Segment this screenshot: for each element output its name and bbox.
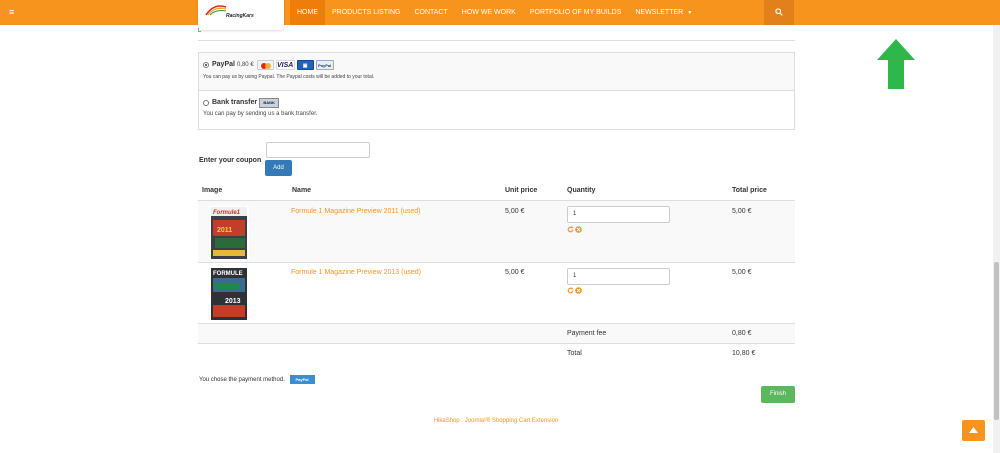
column-header-total-price: Total price	[732, 187, 767, 194]
column-header-quantity: Quantity	[567, 187, 596, 194]
refresh-icon[interactable]	[567, 226, 574, 233]
divider-mark	[198, 28, 201, 32]
coupon-label: Enter your coupon	[199, 157, 262, 164]
row-total: 5,00 €	[732, 208, 752, 215]
nav-item-home[interactable]: HOME	[290, 0, 325, 25]
quantity-input[interactable]: 1	[567, 268, 670, 285]
remove-icon[interactable]	[575, 226, 582, 233]
column-header-name: Name	[292, 187, 312, 194]
visa-icon: VISA	[275, 59, 295, 70]
product-name-link[interactable]: Formule 1 Magazine Preview 2013 (used)	[291, 269, 421, 276]
total-value: 10,80 €	[732, 350, 756, 357]
table-row-total	[198, 344, 795, 364]
table-row-payment-fee	[198, 324, 795, 344]
quantity-actions	[567, 287, 582, 294]
payment-methods: PayPal 0,80 € VISA ▣ PayPal You can pay …	[198, 52, 795, 130]
site-logo[interactable]: RacingKars	[198, 0, 284, 30]
row-total: 5,00 €	[732, 269, 752, 276]
logo-swoosh-icon	[205, 5, 227, 16]
nav-item-how-we-work[interactable]: HOW WE WORK	[455, 0, 523, 25]
nav-item-newsletter[interactable]: NEWSLETTER ▼	[628, 0, 699, 25]
product-image[interactable]: Formule1 2011	[209, 206, 249, 260]
paypal-badge: PayPal	[289, 375, 315, 384]
chosen-payment-method: You chose the payment method. PayPal	[199, 375, 315, 384]
scrollbar-thumb[interactable]	[994, 262, 999, 420]
payment-price: 0,80 €	[236, 61, 254, 68]
paypal-card-icon: PayPal	[315, 59, 334, 70]
payment-name: Bank transfer	[212, 99, 258, 106]
quantity-actions	[567, 226, 582, 233]
payment-option-bank[interactable]: Bank transfer BANK You can pay by sendin…	[199, 91, 794, 129]
nav-item-contact[interactable]: CONTACT	[407, 0, 454, 25]
cover-year: 2013	[225, 298, 241, 305]
nav-item-portfolio[interactable]: PORTFOLIO OF MY BUILDS	[523, 0, 629, 25]
green-up-arrow-icon	[877, 39, 915, 89]
logo-text: RacingKars	[226, 13, 254, 19]
footer-link[interactable]: HikaShop . Joomla!® Shopping Cart Extens…	[0, 418, 992, 424]
paypal-radio[interactable]	[203, 61, 209, 68]
chosen-text: You chose the payment method.	[199, 377, 285, 384]
search-icon	[775, 8, 783, 16]
total-label: Total	[567, 350, 582, 357]
add-coupon-button[interactable]: Add	[265, 160, 292, 176]
bank-icon: BANK	[259, 97, 280, 108]
nav-item-products-listing[interactable]: PRODUCTS LISTING	[325, 0, 407, 25]
product-image[interactable]: FORMULE 2013	[209, 267, 249, 321]
nav-item-newsletter-label: NEWSLETTER	[635, 9, 684, 16]
column-header-image: Image	[202, 187, 223, 194]
search-button[interactable]	[764, 0, 794, 25]
coupon-input[interactable]	[266, 142, 370, 158]
product-name-link[interactable]: Formule 1 Magazine Preview 2011 (used)	[291, 208, 420, 215]
caret-up-icon	[969, 427, 978, 433]
cover-title: Formule1	[213, 210, 241, 216]
bank-radio[interactable]	[203, 99, 209, 106]
payment-description: You can pay us by using Paypal. The Payp…	[203, 74, 375, 80]
main-nav: HOME PRODUCTS LISTING CONTACT HOW WE WOR…	[290, 0, 699, 25]
finish-button[interactable]: Finish	[761, 386, 795, 403]
payment-fee-value: 0,80 €	[732, 330, 752, 337]
payment-name: PayPal	[212, 61, 235, 68]
unit-price: 5,00 €	[505, 208, 525, 215]
unit-price: 5,00 €	[505, 269, 525, 276]
caret-down-icon: ▼	[687, 10, 693, 16]
scroll-to-top-button[interactable]	[962, 420, 985, 441]
mastercard-icon	[256, 59, 274, 70]
payment-description: You can pay by sending us a bank transfe…	[203, 111, 318, 117]
amex-icon: ▣	[296, 59, 314, 70]
top-navbar: ≡ RacingKars HOME PRODUCTS LISTING CONTA…	[0, 0, 1000, 30]
divider	[198, 40, 795, 41]
quantity-input[interactable]: 1	[567, 206, 670, 223]
table-row	[198, 263, 795, 324]
cover-title: FORMULE	[213, 271, 243, 277]
hamburger-icon[interactable]: ≡	[9, 7, 14, 17]
table-row	[198, 201, 795, 263]
payment-option-paypal[interactable]: PayPal 0,80 € VISA ▣ PayPal You can pay …	[199, 53, 794, 91]
refresh-icon[interactable]	[567, 287, 574, 294]
column-header-unit-price: Unit price	[505, 187, 538, 194]
cover-year: 2011	[217, 227, 232, 234]
payment-fee-label: Payment fee	[567, 330, 607, 337]
remove-icon[interactable]	[575, 287, 582, 294]
